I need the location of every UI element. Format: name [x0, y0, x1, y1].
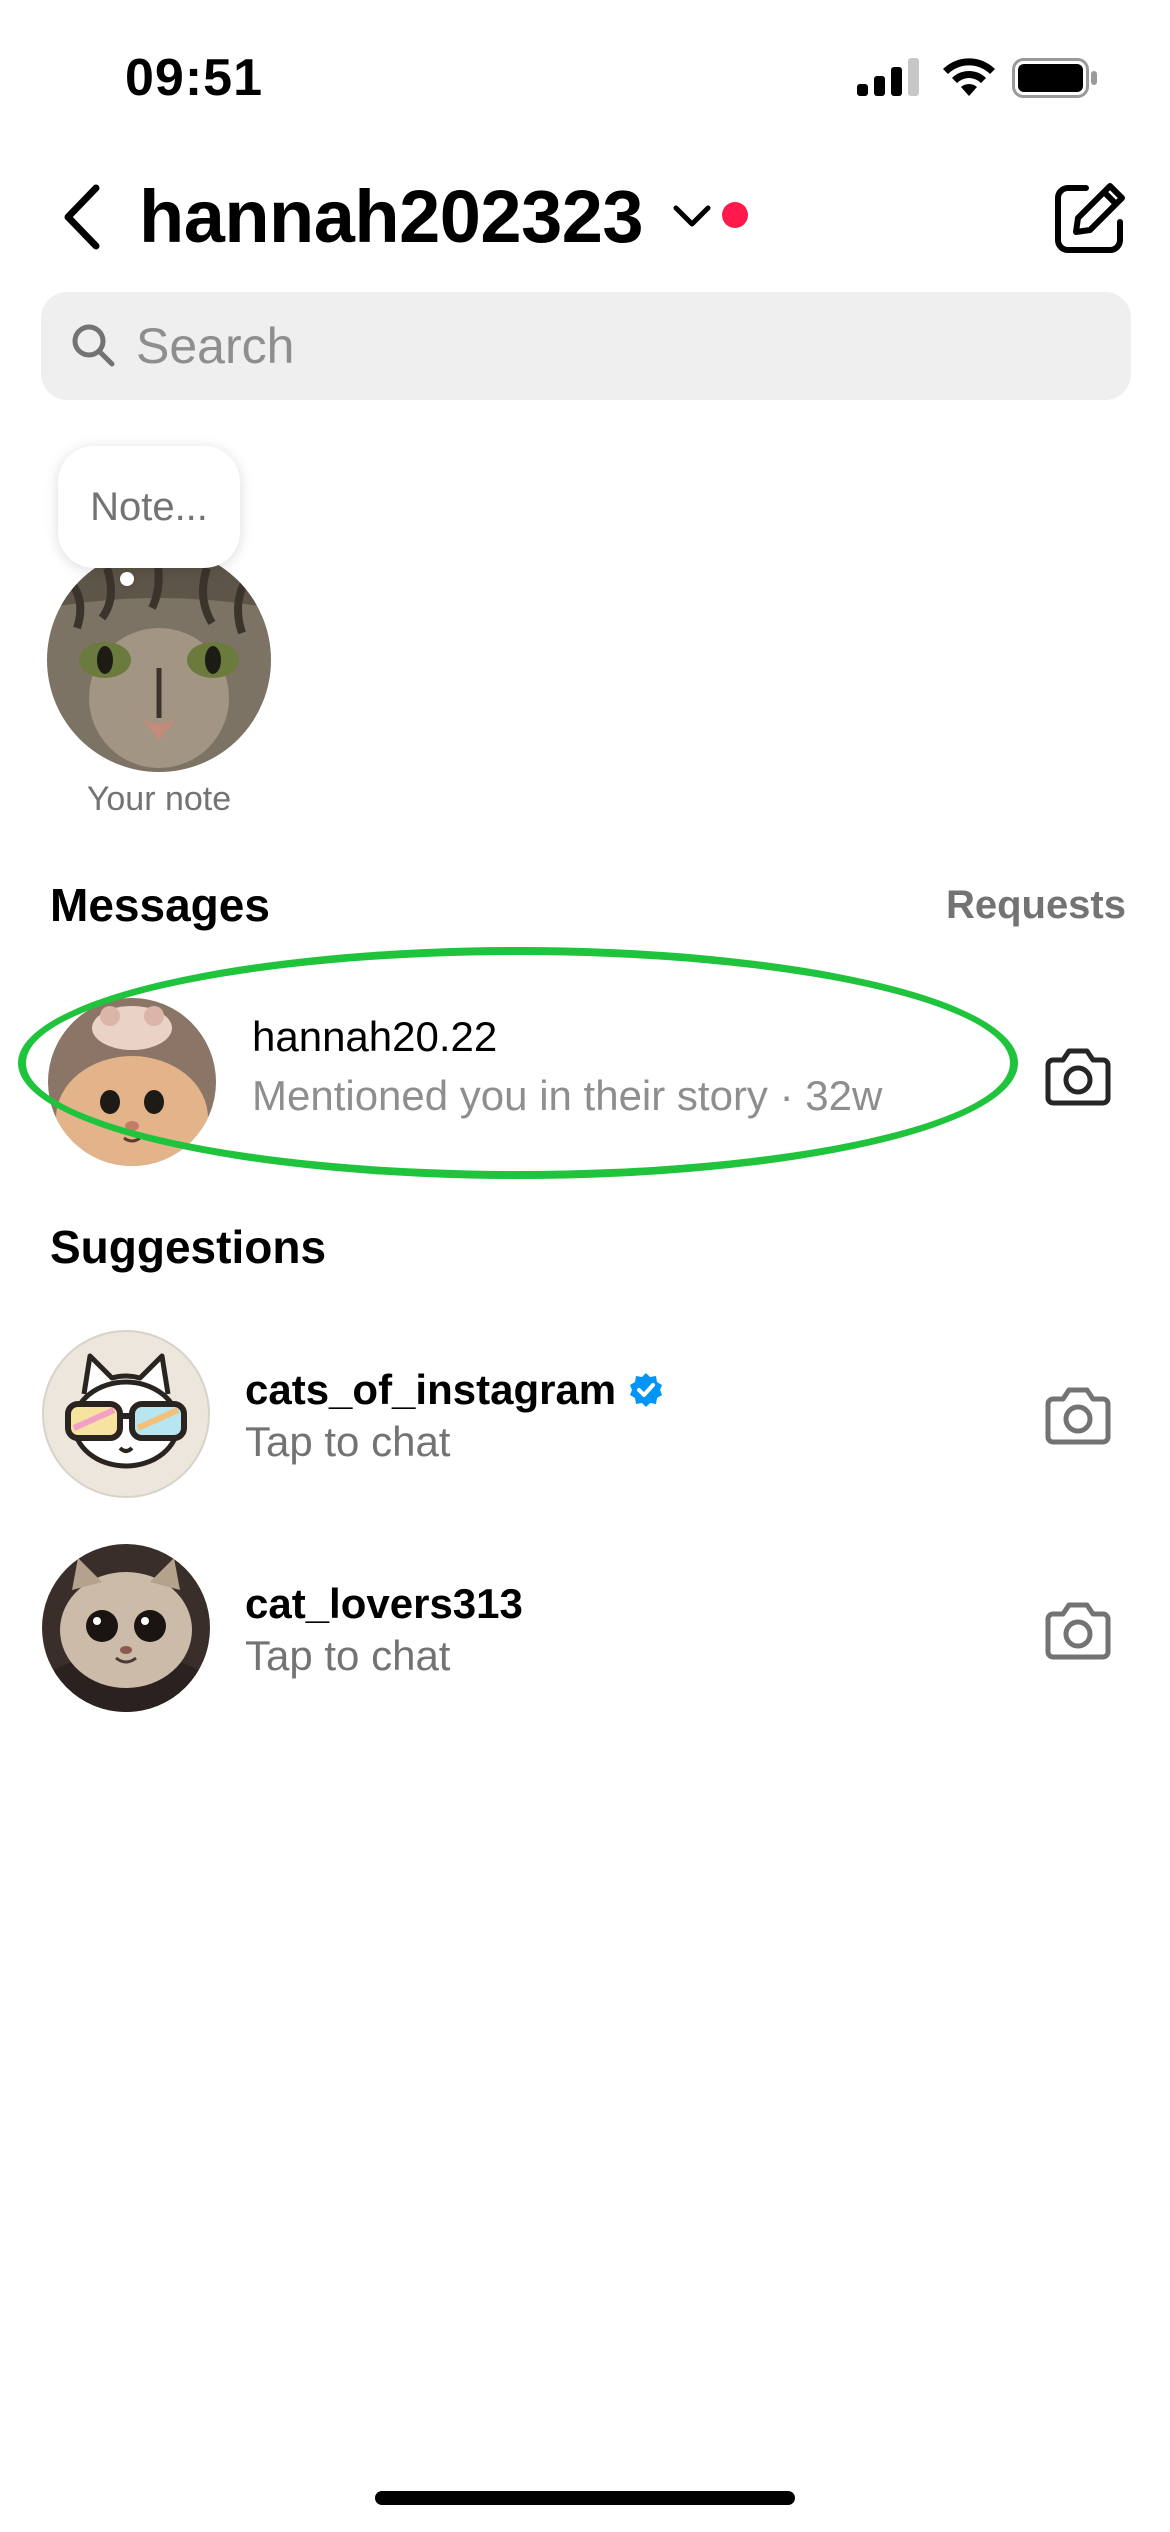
account-switcher-title[interactable]: hannah202323	[139, 174, 644, 259]
thread-avatar[interactable]	[48, 998, 216, 1166]
thread-preview: Mentioned you in their story · 32w	[252, 1072, 883, 1119]
suggestion-avatar[interactable]	[42, 1330, 210, 1498]
note-bubble-text: Note...	[90, 484, 208, 529]
camera-icon[interactable]	[1045, 1600, 1111, 1660]
camera-icon[interactable]	[1045, 1046, 1111, 1106]
suggestion-username: cat_lovers313	[245, 1580, 523, 1627]
suggestion-subtitle: Tap to chat	[245, 1632, 451, 1679]
suggestions-heading: Suggestions	[50, 1221, 327, 1273]
cat-with-glasses-logo	[65, 1353, 187, 1469]
suggestion-avatar[interactable]	[42, 1544, 210, 1712]
fluffy-cat-image	[42, 1544, 210, 1712]
search-input[interactable]	[136, 310, 1036, 382]
compose-icon[interactable]	[1052, 180, 1128, 256]
back-chevron-icon[interactable]	[58, 182, 108, 252]
camera-icon[interactable]	[1045, 1385, 1111, 1445]
kitten-with-hat-image	[48, 998, 216, 1166]
note-caption: Your note	[86, 780, 232, 818]
suggestion-username: cats_of_instagram	[245, 1366, 617, 1413]
search-icon	[72, 324, 115, 367]
verified-badge-icon	[630, 1373, 662, 1407]
note-bubble-tail	[120, 572, 134, 586]
status-time: 09:51	[125, 49, 263, 107]
battery-icon	[1012, 58, 1097, 98]
wifi-icon	[943, 58, 995, 96]
tabby-cat-image	[47, 548, 271, 772]
note-bubble[interactable]: Note...	[58, 446, 240, 568]
unread-indicator-dot	[722, 202, 748, 228]
requests-link[interactable]: Requests	[946, 883, 1126, 928]
chevron-down-icon[interactable]	[672, 202, 712, 230]
your-note-avatar[interactable]	[47, 548, 271, 772]
home-indicator[interactable]	[375, 2491, 795, 2505]
thread-username: hannah20.22	[252, 1013, 498, 1060]
cellular-signal-icon	[857, 58, 919, 96]
suggestion-subtitle: Tap to chat	[245, 1418, 451, 1465]
messages-heading: Messages	[50, 879, 270, 931]
